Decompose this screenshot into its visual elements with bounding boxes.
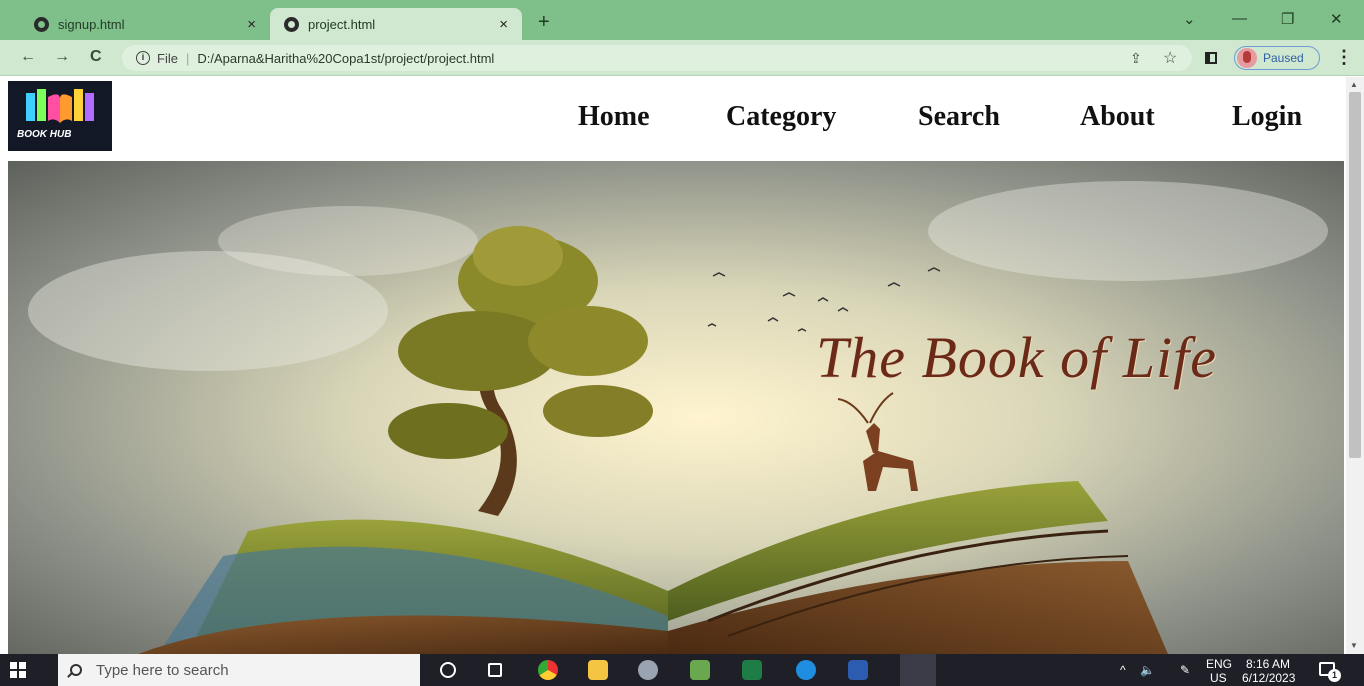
browser-toolbar: ← → C i File | D:/Aparna&Haritha%20Copa1…	[0, 40, 1364, 76]
nav-category[interactable]: Category	[726, 101, 836, 133]
tab-title: project.html	[308, 16, 376, 32]
forward-button[interactable]: →	[54, 48, 70, 66]
logo-text: BOOK HUB	[17, 129, 72, 140]
chrome-active-icon[interactable]	[900, 654, 936, 686]
site-logo[interactable]: BOOK HUB	[8, 81, 112, 151]
reload-button[interactable]: C	[90, 48, 102, 66]
bookmark-star-icon[interactable]: ☆	[1163, 48, 1177, 68]
file-explorer-icon[interactable]	[588, 660, 608, 680]
site-header: BOOK HUB Home Category Search About Logi…	[8, 77, 1344, 161]
tab-signup[interactable]: signup.html ×	[20, 8, 270, 40]
nav-home[interactable]: Home	[578, 101, 650, 133]
nav-about[interactable]: About	[1080, 101, 1155, 133]
word-icon[interactable]	[848, 660, 868, 680]
language-top[interactable]: ENG	[1206, 658, 1232, 670]
app-icon[interactable]	[690, 660, 710, 680]
nav-search[interactable]: Search	[918, 101, 1000, 133]
new-tab-button[interactable]: +	[538, 12, 550, 32]
tab-title: signup.html	[58, 16, 125, 32]
minimize-button[interactable]: —	[1232, 10, 1247, 27]
scheme-label: File	[157, 50, 178, 66]
globe-icon	[34, 16, 49, 32]
notification-badge: 1	[1328, 669, 1341, 682]
page-viewport: BOOK HUB Home Category Search About Logi…	[0, 77, 1346, 654]
search-icon	[70, 664, 82, 676]
close-tab-icon[interactable]: ×	[247, 16, 256, 33]
profile-button[interactable]: Paused	[1234, 46, 1320, 70]
globe-icon	[284, 16, 299, 32]
share-icon[interactable]: ⇪	[1130, 50, 1142, 67]
restore-button[interactable]: ❐	[1281, 10, 1294, 28]
site-info-icon[interactable]: i	[136, 51, 150, 65]
volume-icon[interactable]: 🔈	[1140, 664, 1155, 676]
hero-illustration	[8, 161, 1344, 654]
app-icon[interactable]	[638, 660, 658, 680]
tray-chevron-icon[interactable]: ^	[1120, 664, 1126, 676]
edge-icon[interactable]	[796, 660, 816, 680]
books-logo-icon	[26, 89, 94, 123]
scroll-up-icon[interactable]: ▲	[1350, 80, 1358, 89]
windows-start-button[interactable]	[10, 662, 26, 678]
browser-tab-strip: signup.html × project.html × + ⌄ — ❐ ✕	[0, 0, 1364, 40]
nav-login[interactable]: Login	[1232, 101, 1302, 133]
hero-title: The Book of Life	[816, 325, 1218, 390]
scrollbar-thumb[interactable]	[1349, 92, 1361, 458]
excel-icon[interactable]	[742, 660, 762, 680]
chrome-icon[interactable]	[538, 660, 558, 680]
tab-project[interactable]: project.html ×	[270, 8, 522, 40]
url-text[interactable]: D:/Aparna&Haritha%20Copa1st/project/proj…	[197, 51, 494, 66]
address-separator: |	[185, 50, 190, 66]
task-view-icon[interactable]	[488, 663, 502, 677]
profile-status: Paused	[1263, 51, 1304, 65]
hero-banner: The Book of Life	[8, 161, 1344, 654]
pen-icon[interactable]: ✎	[1180, 664, 1190, 676]
tab-search-chevron-icon[interactable]: ⌄	[1183, 10, 1196, 28]
address-bar[interactable]: i File | D:/Aparna&Haritha%20Copa1st/pro…	[122, 45, 1192, 71]
cortana-icon[interactable]	[440, 662, 456, 678]
scroll-down-icon[interactable]: ▼	[1350, 641, 1358, 650]
browser-menu-icon[interactable]: ⋮	[1335, 47, 1353, 68]
windows-taskbar: Type here to search ^ 🔈 ✎ ENG US 8:16 AM…	[0, 654, 1364, 686]
back-button[interactable]: ←	[20, 48, 36, 66]
taskbar-search-placeholder: Type here to search	[96, 661, 229, 679]
language-bottom[interactable]: US	[1210, 672, 1227, 684]
clock-date[interactable]: 6/12/2023	[1242, 672, 1295, 684]
avatar	[1237, 48, 1257, 68]
clock-time[interactable]: 8:16 AM	[1246, 658, 1290, 670]
close-tab-icon[interactable]: ×	[499, 16, 508, 33]
close-window-button[interactable]: ✕	[1330, 10, 1343, 28]
taskbar-search[interactable]: Type here to search	[58, 654, 420, 686]
side-panel-icon[interactable]	[1205, 52, 1217, 64]
